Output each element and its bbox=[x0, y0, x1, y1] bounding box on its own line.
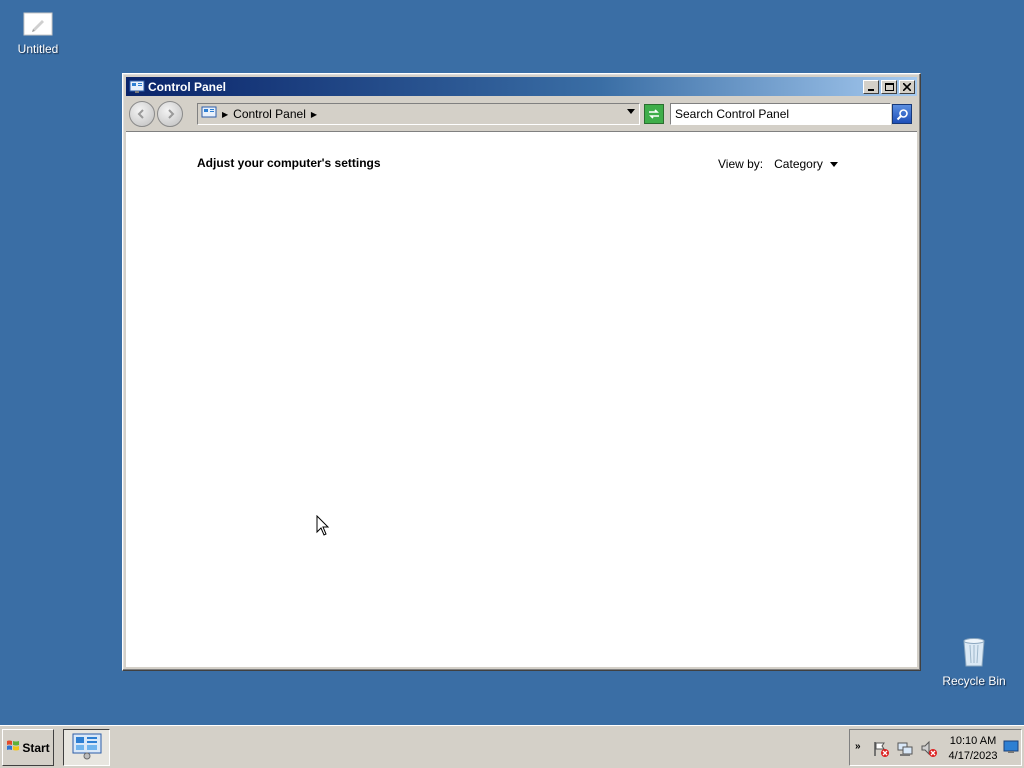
taskbar: Start » 10:10 AM 4/17/2023 bbox=[0, 725, 1024, 768]
search-button[interactable] bbox=[892, 104, 912, 124]
address-location-icon bbox=[201, 105, 217, 124]
clock-time: 10:10 AM bbox=[949, 735, 997, 747]
system-clock[interactable]: 10:10 AM 4/17/2023 bbox=[946, 734, 1000, 764]
control-panel-icon bbox=[129, 79, 145, 95]
maximize-button[interactable] bbox=[881, 79, 897, 94]
mouse-cursor-icon bbox=[316, 514, 330, 540]
start-button[interactable]: Start bbox=[2, 729, 54, 766]
address-bar[interactable]: ▶ Control Panel ▶ bbox=[197, 103, 640, 125]
search-input[interactable] bbox=[670, 103, 891, 125]
control-panel-window: Control Panel ▶ Control Panel ▶ Search C… bbox=[122, 73, 921, 671]
view-by-label: View by: bbox=[718, 157, 764, 171]
window-titlebar[interactable]: Control Panel bbox=[126, 77, 917, 96]
show-hidden-icons-button[interactable]: » bbox=[855, 741, 861, 752]
address-history-dropdown-icon[interactable] bbox=[627, 109, 635, 114]
notification-area: » 10:10 AM 4/17/2023 bbox=[849, 729, 1022, 766]
taskbar-item-control-panel[interactable] bbox=[63, 729, 110, 766]
back-button[interactable] bbox=[129, 101, 155, 127]
desktop-icon-recycle-bin[interactable]: Recycle Bin bbox=[936, 636, 1012, 688]
recycle-bin-icon bbox=[936, 636, 1012, 671]
forward-arrow-icon bbox=[168, 109, 175, 119]
volume-muted-icon[interactable] bbox=[920, 740, 938, 761]
windows-logo-icon bbox=[6, 739, 20, 756]
start-label: Start bbox=[22, 740, 50, 755]
forward-button[interactable] bbox=[157, 101, 183, 127]
view-by-value[interactable]: Category bbox=[774, 157, 823, 171]
clock-date: 4/17/2023 bbox=[948, 750, 998, 762]
view-by-selector[interactable]: View by: Category bbox=[718, 157, 838, 171]
navigation-toolbar: ▶ Control Panel ▶ bbox=[126, 98, 917, 130]
control-panel-content: Adjust your computer's settings View by:… bbox=[126, 131, 917, 667]
desktop-icon-untitled[interactable]: Untitled bbox=[0, 12, 76, 56]
chevron-down-icon[interactable] bbox=[829, 161, 838, 167]
back-arrow-icon bbox=[137, 109, 144, 119]
breadcrumb-control-panel[interactable]: Control Panel bbox=[233, 107, 306, 121]
refresh-button[interactable] bbox=[644, 104, 664, 124]
breadcrumb-root-chevron[interactable]: ▶ bbox=[222, 110, 228, 119]
document-icon bbox=[0, 12, 76, 39]
window-title: Control Panel bbox=[148, 79, 227, 94]
close-button[interactable] bbox=[899, 79, 915, 94]
control-panel-icon bbox=[71, 732, 103, 763]
refresh-icon bbox=[649, 109, 659, 119]
network-icon[interactable] bbox=[896, 740, 914, 761]
page-title: Adjust your computer's settings bbox=[197, 156, 381, 170]
desktop-icon-label: Untitled bbox=[17, 42, 59, 56]
show-desktop-icon[interactable] bbox=[1003, 740, 1019, 757]
minimize-button[interactable] bbox=[863, 79, 879, 94]
action-center-flag-icon[interactable] bbox=[872, 740, 890, 761]
breadcrumb-chevron-icon[interactable]: ▶ bbox=[311, 110, 317, 119]
desktop-icon-label: Recycle Bin bbox=[942, 674, 1006, 688]
search-icon bbox=[896, 108, 908, 120]
